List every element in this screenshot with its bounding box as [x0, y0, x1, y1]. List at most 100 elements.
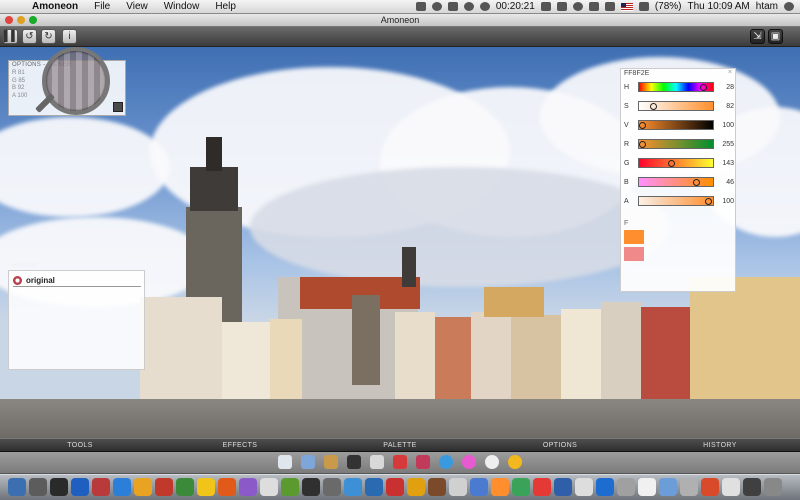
- dock-app-icon[interactable]: [491, 478, 509, 496]
- dock-app-icon[interactable]: [596, 478, 614, 496]
- tab-tools[interactable]: TOOLS: [0, 439, 160, 451]
- tab-palette[interactable]: PALETTE: [320, 439, 480, 451]
- zoom-window-icon[interactable]: [29, 16, 37, 24]
- dock-app-icon[interactable]: [533, 478, 551, 496]
- dock-app-icon[interactable]: [407, 478, 425, 496]
- dock-app-icon[interactable]: [197, 478, 215, 496]
- status-icon[interactable]: [540, 2, 551, 11]
- slider-knob[interactable]: [639, 122, 646, 129]
- marker-tool-icon[interactable]: [416, 455, 430, 469]
- close-icon[interactable]: ×: [728, 69, 732, 76]
- channel-slider[interactable]: [638, 82, 714, 92]
- dock-app-icon[interactable]: [386, 478, 404, 496]
- dock-app-icon[interactable]: [92, 478, 110, 496]
- fill-tool-icon[interactable]: [393, 455, 407, 469]
- channel-slider[interactable]: [638, 177, 714, 187]
- dock-app-icon[interactable]: [302, 478, 320, 496]
- tab-history[interactable]: HISTORY: [640, 439, 800, 451]
- export-button[interactable]: ⇲: [750, 29, 765, 44]
- status-icon[interactable]: [415, 2, 426, 11]
- user-name[interactable]: htam: [756, 1, 778, 12]
- dock-app-icon[interactable]: [281, 478, 299, 496]
- dock-app-icon[interactable]: [155, 478, 173, 496]
- dock-app-icon[interactable]: [617, 478, 635, 496]
- wifi-icon[interactable]: [588, 2, 599, 11]
- channel-slider[interactable]: [638, 101, 714, 111]
- slider-knob[interactable]: [668, 160, 676, 167]
- battery-percent[interactable]: (78%): [655, 1, 682, 12]
- contrast-tool-icon[interactable]: [485, 455, 499, 469]
- slider-knob[interactable]: [705, 198, 712, 205]
- slider-knob[interactable]: [639, 141, 646, 148]
- foreground-color-swatch[interactable]: [624, 230, 644, 244]
- eraser-tool-icon[interactable]: [370, 455, 384, 469]
- dock-app-icon[interactable]: [239, 478, 257, 496]
- undo-button[interactable]: ↺: [22, 29, 37, 44]
- brush-tool-icon[interactable]: [301, 455, 315, 469]
- dock-app-icon[interactable]: [680, 478, 698, 496]
- dock-app-icon[interactable]: [218, 478, 236, 496]
- slider-knob[interactable]: [649, 103, 657, 110]
- dock-app-icon[interactable]: [743, 478, 761, 496]
- channel-slider[interactable]: [638, 196, 714, 206]
- dock-app-icon[interactable]: [176, 478, 194, 496]
- timer-icon[interactable]: [479, 2, 490, 11]
- status-icon[interactable]: [447, 2, 458, 11]
- spotlight-icon[interactable]: [784, 2, 794, 11]
- sync-icon[interactable]: [463, 2, 474, 11]
- color-wheel-tool-icon[interactable]: [462, 455, 476, 469]
- color-dots-tool-icon[interactable]: [439, 455, 453, 469]
- dock-app-icon[interactable]: [323, 478, 341, 496]
- panel-toggle-button[interactable]: ▌▌: [3, 29, 18, 44]
- input-source-flag-icon[interactable]: [620, 2, 633, 11]
- tab-effects[interactable]: EFFECTS: [160, 439, 320, 451]
- menu-help[interactable]: Help: [207, 1, 244, 12]
- dock-app-icon[interactable]: [701, 478, 719, 496]
- info-button[interactable]: i: [62, 29, 77, 44]
- background-color-swatch[interactable]: [624, 247, 644, 261]
- broom-tool-icon[interactable]: [324, 455, 338, 469]
- slider-knob[interactable]: [700, 84, 708, 91]
- clock[interactable]: Thu 10:09 AM: [688, 1, 750, 12]
- dock-app-icon[interactable]: [575, 478, 593, 496]
- dock-app-icon[interactable]: [365, 478, 383, 496]
- history-panel[interactable]: HISTORY original: [8, 263, 145, 370]
- color-adjust-panel[interactable]: FF8F2E × H 28 S 82 V 100 R 255 G 143 B 46 A 100 F: [620, 68, 736, 292]
- dock-app-icon[interactable]: [638, 478, 656, 496]
- dock-app-icon[interactable]: [71, 478, 89, 496]
- dock-app-icon[interactable]: [764, 478, 782, 496]
- redo-button[interactable]: ↻: [41, 29, 56, 44]
- bluetooth-icon[interactable]: [604, 2, 615, 11]
- menu-file[interactable]: File: [86, 1, 118, 12]
- dock-app-icon[interactable]: [260, 478, 278, 496]
- channel-slider[interactable]: [638, 120, 714, 130]
- app-menu[interactable]: Amoneon: [24, 1, 86, 12]
- dock-app-icon[interactable]: [554, 478, 572, 496]
- dock-app-icon[interactable]: [659, 478, 677, 496]
- dock-app-icon[interactable]: [428, 478, 446, 496]
- timemachine-icon[interactable]: [572, 2, 583, 11]
- magnifier-loupe-icon[interactable]: [42, 47, 110, 115]
- dock-app-icon[interactable]: [50, 478, 68, 496]
- timer-clock[interactable]: 00:20:21: [496, 1, 535, 12]
- dock-app-icon[interactable]: [8, 478, 26, 496]
- menu-window[interactable]: Window: [156, 1, 208, 12]
- dock-app-icon[interactable]: [449, 478, 467, 496]
- dock-app-icon[interactable]: [113, 478, 131, 496]
- slider-knob[interactable]: [693, 179, 701, 186]
- dock-app-icon[interactable]: [470, 478, 488, 496]
- history-item[interactable]: original: [13, 275, 141, 287]
- status-icon[interactable]: [431, 2, 442, 11]
- menu-view[interactable]: View: [118, 1, 156, 12]
- tab-options[interactable]: OPTIONS: [480, 439, 640, 451]
- hex-value[interactable]: FF8F2E: [624, 70, 649, 77]
- dock-app-icon[interactable]: [29, 478, 47, 496]
- copy-button[interactable]: ▣: [768, 29, 783, 44]
- battery-icon[interactable]: [638, 2, 649, 11]
- sun-tool-icon[interactable]: [508, 455, 522, 469]
- dock-app-icon[interactable]: [722, 478, 740, 496]
- minimize-window-icon[interactable]: [17, 16, 25, 24]
- dock-app-icon[interactable]: [512, 478, 530, 496]
- stamp-tool-icon[interactable]: [347, 455, 361, 469]
- close-window-icon[interactable]: [5, 16, 13, 24]
